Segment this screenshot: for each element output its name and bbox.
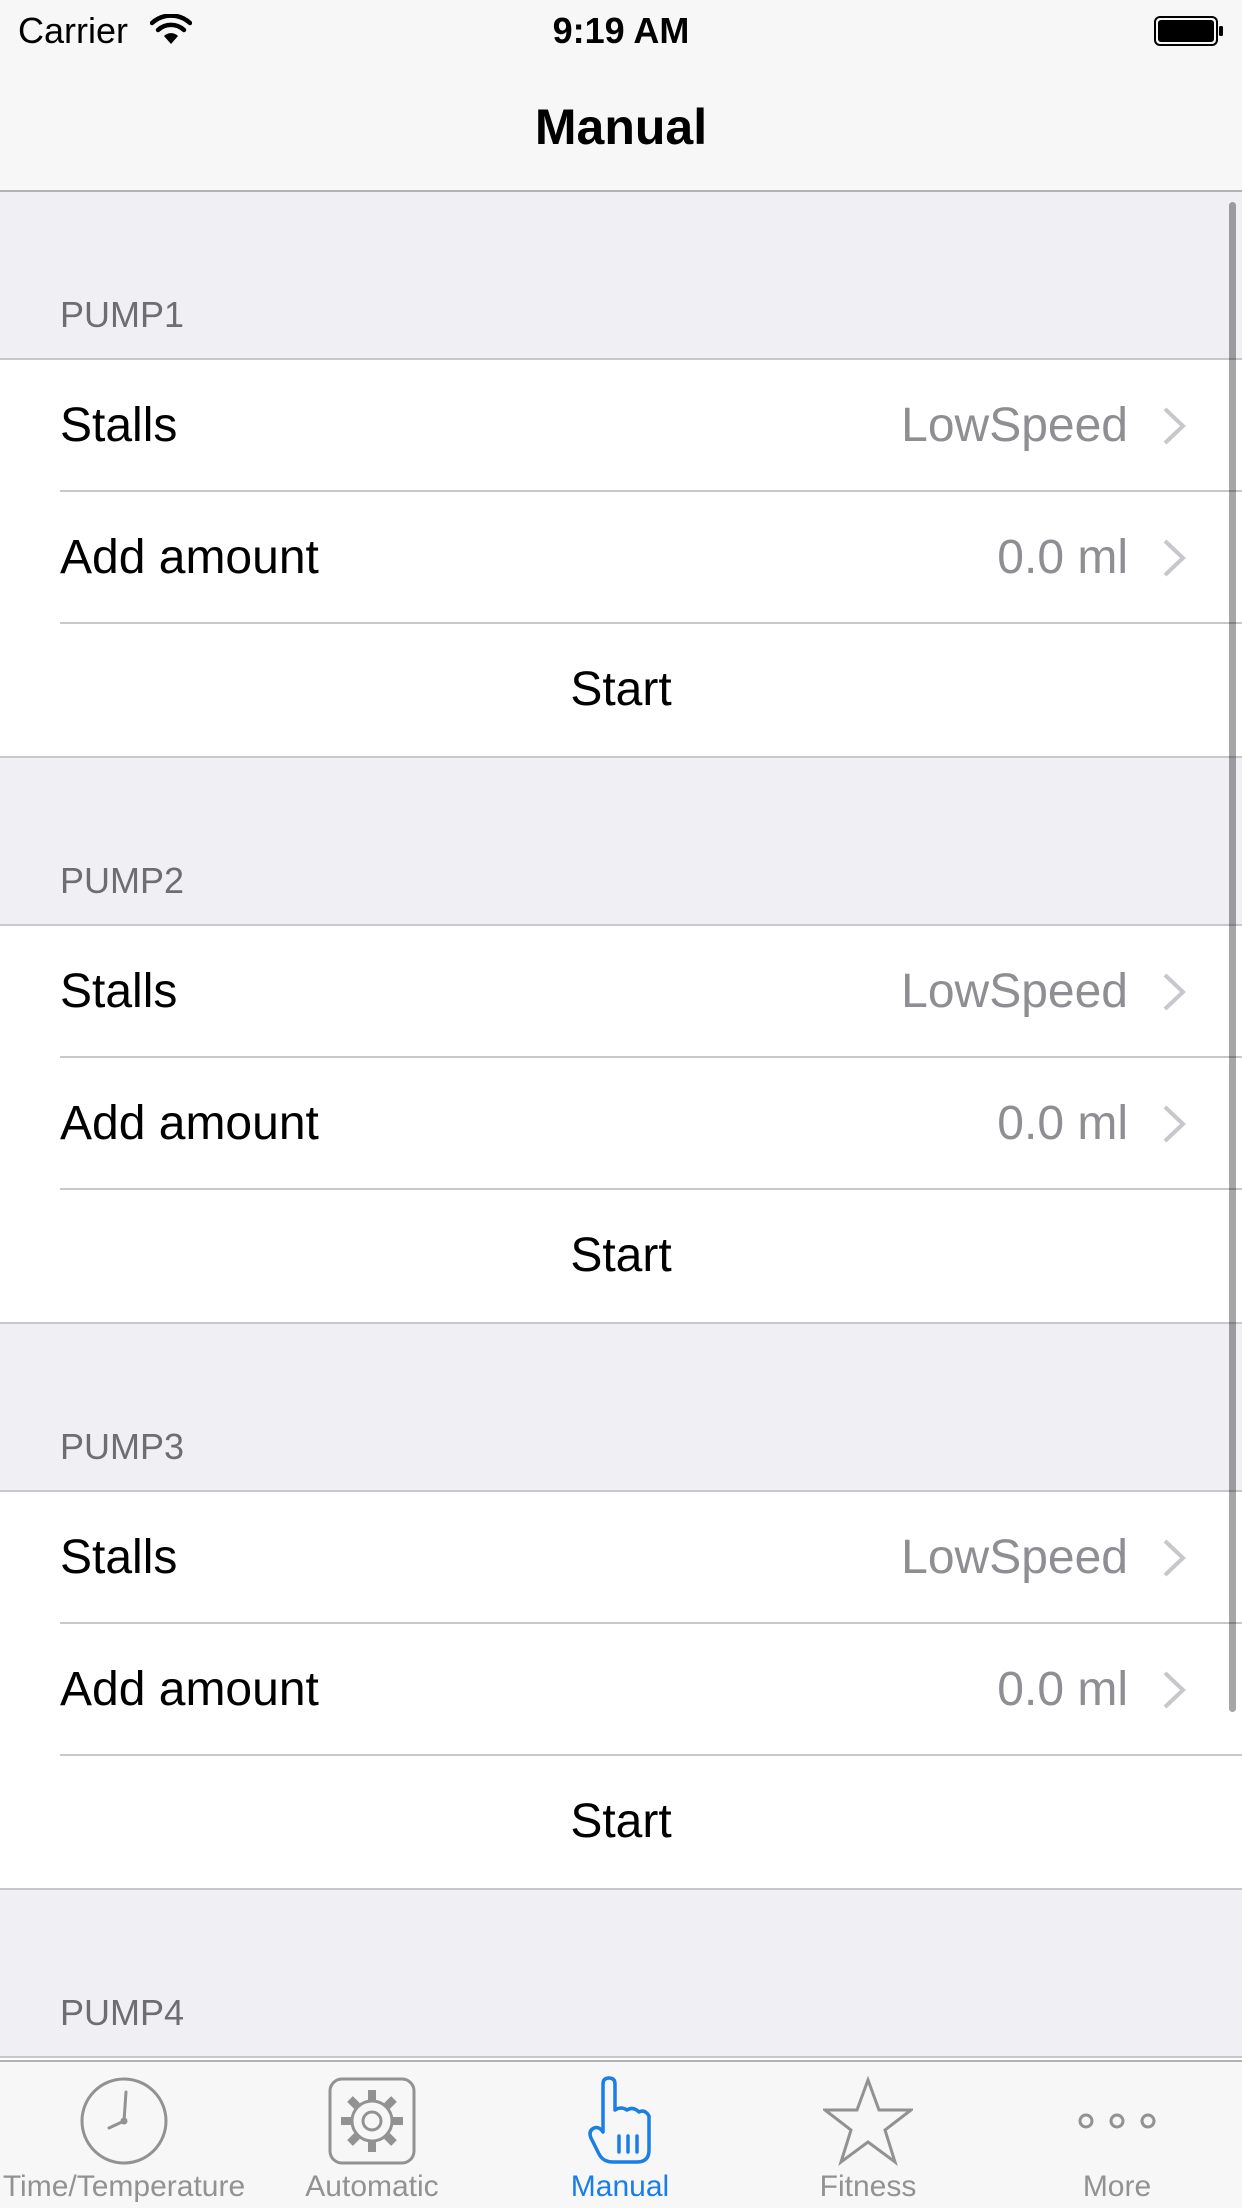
section-pump2: Stalls LowSpeed Add amount 0.0 ml Start <box>0 926 1242 1324</box>
section-pump3: Stalls LowSpeed Add amount 0.0 ml Start <box>0 1492 1242 1890</box>
section-header-pump4: PUMP4 <box>0 1890 1242 2058</box>
stalls-row[interactable]: Stalls LowSpeed <box>0 1492 1242 1624</box>
status-time: 9:19 AM <box>552 10 690 51</box>
start-row[interactable]: Start <box>0 1756 1242 1888</box>
pump-settings-list[interactable]: PUMP1 Stalls LowSpeed Add amount 0.0 ml … <box>0 192 1242 2060</box>
tab-more[interactable]: More <box>992 2062 1242 2208</box>
chevron-right-icon <box>1163 1539 1186 1577</box>
tab-label: More <box>1082 2170 1152 2203</box>
section-header-label: PUMP1 <box>60 294 185 335</box>
start-button[interactable]: Start <box>0 1190 1242 1322</box>
chevron-right-icon <box>1163 539 1186 577</box>
more-dots-icon <box>1078 2113 1156 2129</box>
add-amount-label: Add amount <box>60 1097 319 1150</box>
add-amount-value: 0.0 ml <box>997 531 1128 584</box>
add-amount-label: Add amount <box>60 1663 319 1716</box>
stalls-row[interactable]: Stalls LowSpeed <box>0 360 1242 492</box>
section-header-pump2: PUMP2 <box>0 758 1242 926</box>
start-row[interactable]: Start <box>0 1190 1242 1322</box>
section-header-pump3: PUMP3 <box>0 1324 1242 1492</box>
navigation-bar: Manual <box>0 62 1242 192</box>
start-button[interactable]: Start <box>0 1756 1242 1888</box>
chevron-right-icon <box>1163 1105 1186 1143</box>
hand-pointer-icon <box>588 2076 651 2164</box>
section-header-pump1: PUMP1 <box>0 192 1242 360</box>
section-header-label: PUMP4 <box>60 1992 185 2033</box>
tab-label: Time/Temperature <box>2 2170 246 2203</box>
clock-icon <box>80 2077 168 2165</box>
start-button[interactable]: Start <box>0 624 1242 756</box>
tab-bar: Time/Temperature Automatic Manual Fitnes… <box>0 2060 1242 2208</box>
page-title: Manual <box>534 99 708 155</box>
battery-icon <box>1154 16 1223 46</box>
stalls-label: Stalls <box>60 399 178 452</box>
section-header-label: PUMP2 <box>60 860 185 901</box>
tab-time-temperature[interactable]: Time/Temperature <box>0 2062 248 2208</box>
tab-label: Manual <box>570 2170 670 2203</box>
stalls-value: LowSpeed <box>901 1531 1128 1584</box>
chevron-right-icon <box>1163 407 1186 445</box>
gear-icon <box>328 2077 416 2165</box>
scroll-indicator[interactable] <box>1229 202 1236 1712</box>
stalls-value: LowSpeed <box>901 965 1128 1018</box>
tab-label: Automatic <box>305 2170 439 2203</box>
tab-automatic[interactable]: Automatic <box>248 2062 496 2208</box>
section-pump1: Stalls LowSpeed Add amount 0.0 ml Start <box>0 360 1242 758</box>
add-amount-row[interactable]: Add amount 0.0 ml <box>0 492 1242 624</box>
tab-label: Fitness <box>819 2170 917 2203</box>
stalls-row[interactable]: Stalls LowSpeed <box>0 926 1242 1058</box>
add-amount-value: 0.0 ml <box>997 1097 1128 1150</box>
stalls-label: Stalls <box>60 1531 178 1584</box>
tab-fitness[interactable]: Fitness <box>744 2062 992 2208</box>
stalls-value: LowSpeed <box>901 399 1128 452</box>
start-row[interactable]: Start <box>0 624 1242 756</box>
section-header-label: PUMP3 <box>60 1426 185 1467</box>
tab-manual[interactable]: Manual <box>496 2062 744 2208</box>
add-amount-label: Add amount <box>60 531 319 584</box>
chevron-right-icon <box>1163 973 1186 1011</box>
chevron-right-icon <box>1163 1671 1186 1709</box>
add-amount-row[interactable]: Add amount 0.0 ml <box>0 1058 1242 1190</box>
stalls-label: Stalls <box>60 965 178 1018</box>
status-bar: Carrier 9:19 AM <box>0 0 1242 62</box>
add-amount-row[interactable]: Add amount 0.0 ml <box>0 1624 1242 1756</box>
add-amount-value: 0.0 ml <box>997 1663 1128 1716</box>
star-icon <box>823 2076 913 2166</box>
